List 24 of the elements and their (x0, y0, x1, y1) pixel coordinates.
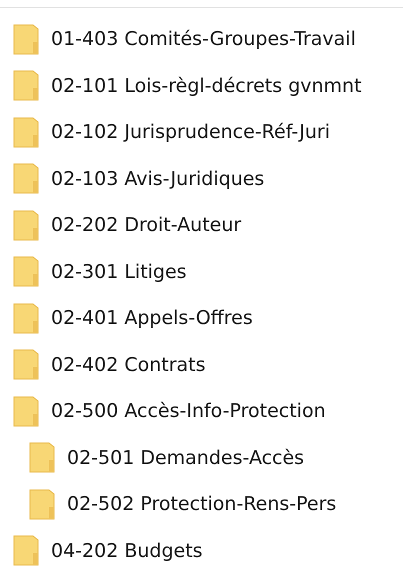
folder-label[interactable]: 02-103 Avis-Juridiques (51, 168, 264, 190)
folder-icon (13, 302, 39, 334)
folder-label[interactable]: 04-202 Budgets (51, 540, 203, 562)
folder-icon (13, 116, 39, 148)
folder-icon (13, 24, 39, 55)
folder-icon (13, 163, 39, 194)
folder-label[interactable]: 02-401 Appels-Offres (51, 307, 253, 330)
folder-icon (13, 70, 39, 102)
folder-icon (13, 349, 39, 380)
folder-icon (13, 210, 39, 241)
folder-label[interactable]: 02-402 Contrats (51, 354, 206, 376)
folder-label[interactable]: 02-501 Demandes-Accès (67, 446, 304, 469)
folder-label[interactable]: 02-500 Accès-Info-Protection (51, 400, 326, 422)
folder-icon (13, 256, 39, 288)
folder-label[interactable]: 02-502 Protection-Rens-Pers (67, 493, 336, 516)
folder-icon (13, 535, 39, 566)
folder-icon (29, 442, 55, 474)
folder-label[interactable]: 01-403 Comités-Groupes-Travail (51, 28, 356, 50)
folder-label[interactable]: 02-102 Jurisprudence-Réf-Juri (51, 121, 330, 144)
folder-label[interactable]: 02-202 Droit-Auteur (51, 214, 242, 236)
folder-icon (29, 488, 55, 520)
folder-label[interactable]: 02-101 Lois-règl-décrets gvnmnt (51, 74, 362, 97)
folder-label[interactable]: 02-301 Litiges (51, 260, 187, 283)
folder-icon (13, 396, 39, 427)
